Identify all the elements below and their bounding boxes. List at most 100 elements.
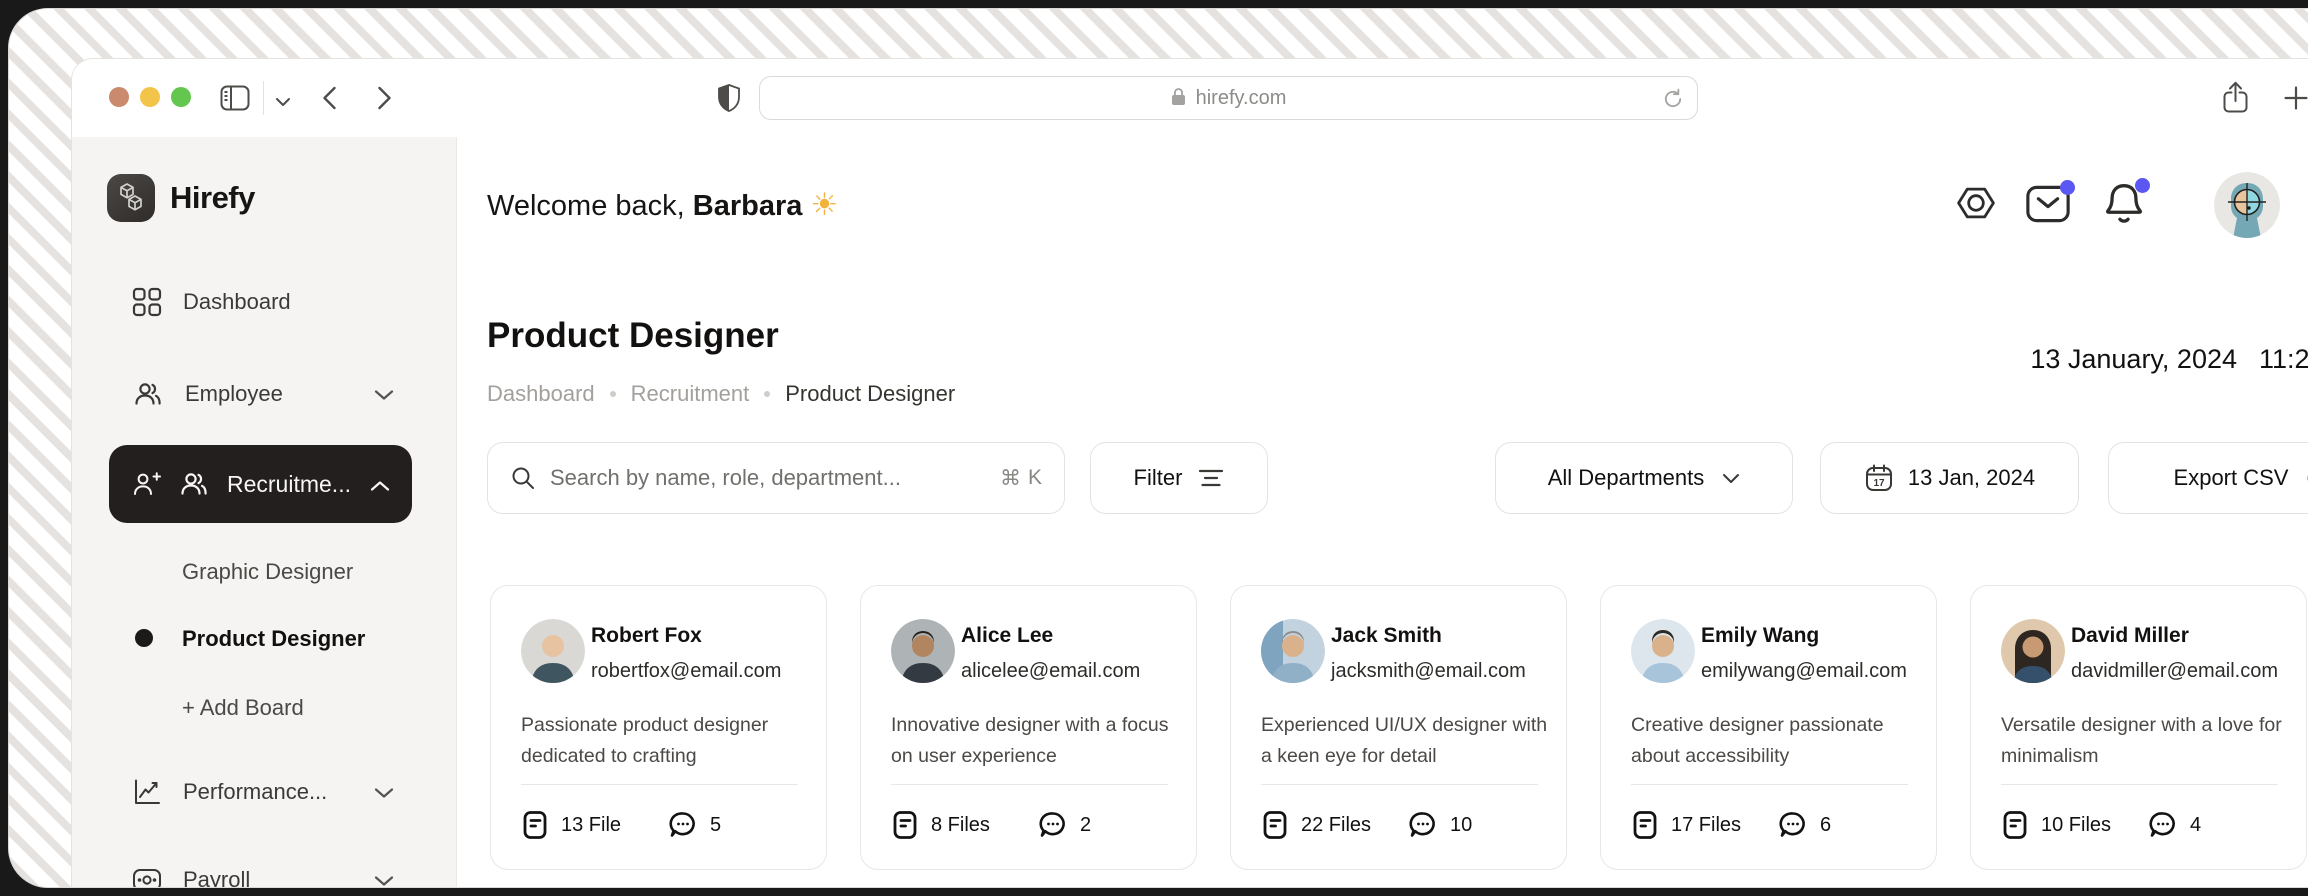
breadcrumb-dot	[609, 391, 616, 397]
chat-icon	[1408, 810, 1438, 840]
date-picker-button[interactable]: 17 13 Jan, 2024	[1820, 442, 2079, 514]
candidate-bio: Experienced UI/UX designer with a keen e…	[1261, 714, 1548, 767]
settings-icon[interactable]	[1955, 183, 1997, 228]
browser-chrome: hirefy.com	[72, 59, 2308, 137]
chat-icon	[1038, 810, 1068, 840]
files-count: 22 Files	[1301, 813, 1372, 836]
files-stat[interactable]: 8 Files	[891, 810, 990, 840]
departments-dropdown[interactable]: All Departments	[1495, 442, 1793, 514]
forward-icon[interactable]	[377, 86, 392, 115]
candidate-card[interactable]: Jack Smith jacksmith@email.com Experienc…	[1230, 585, 1567, 870]
filter-button[interactable]: Filter	[1090, 442, 1268, 514]
search-bar[interactable]: ⌘ K	[487, 442, 1065, 514]
avatar	[2001, 619, 2065, 683]
share-icon[interactable]	[2222, 81, 2249, 119]
comments-stat[interactable]: 5	[668, 810, 721, 840]
files-stat[interactable]: 10 Files	[2001, 810, 2111, 840]
notification-badge	[2135, 178, 2150, 193]
candidate-email: alicelee@email.com	[961, 660, 1141, 682]
minimize-window-button[interactable]	[140, 87, 160, 107]
candidate-email: robertfox@email.com	[591, 660, 782, 682]
new-tab-icon[interactable]	[2284, 86, 2308, 115]
file-icon	[2001, 810, 2029, 840]
chat-icon	[1778, 810, 1808, 840]
refresh-icon[interactable]	[1662, 88, 1684, 116]
payroll-card-icon	[132, 867, 162, 887]
sidebar-item-payroll[interactable]: Payroll	[132, 856, 394, 887]
search-input[interactable]	[550, 465, 986, 491]
card-divider	[521, 784, 798, 785]
breadcrumb-recruitment[interactable]: Recruitment	[631, 381, 750, 407]
files-stat[interactable]: 13 File	[521, 810, 621, 840]
file-icon	[521, 810, 549, 840]
address-bar[interactable]: hirefy.com	[759, 76, 1698, 120]
back-icon[interactable]	[322, 86, 337, 115]
welcome-prefix: Welcome back,	[487, 190, 685, 222]
cubes-logo-icon	[107, 174, 155, 222]
comments-stat[interactable]: 10	[1408, 810, 1472, 840]
candidate-email: davidmiller@email.com	[2071, 660, 2279, 682]
card-divider	[1631, 784, 1908, 785]
privacy-shield-icon[interactable]	[718, 84, 740, 117]
export-csv-button[interactable]: Export CSV	[2108, 442, 2308, 514]
sidebar-board-product-designer[interactable]: Product Designer	[182, 624, 365, 654]
zoom-window-button[interactable]	[171, 87, 191, 107]
candidate-card[interactable]: Emily Wang emilywang@email.com Creative …	[1600, 585, 1937, 870]
candidate-card[interactable]: Robert Fox robertfox@email.com Passionat…	[490, 585, 827, 870]
active-board-dot	[135, 629, 153, 647]
sidebar-item-employee[interactable]: Employee	[132, 370, 394, 418]
candidate-bio: Innovative designer with a focus on user…	[891, 714, 1169, 767]
sidebar-toggle-icon[interactable]	[220, 85, 250, 116]
messages-icon[interactable]	[2025, 180, 2075, 230]
grid-icon	[132, 287, 162, 317]
candidate-bio: Versatile designer with a love for minim…	[2001, 714, 2282, 767]
date-label: 13 Jan, 2024	[1907, 465, 2036, 490]
comments-count: 2	[1080, 813, 1092, 836]
candidate-email: emilywang@email.com	[1701, 660, 1907, 682]
notifications-icon[interactable]	[2102, 178, 2150, 232]
files-count: 10 Files	[2041, 813, 2112, 836]
sidebar-item-dashboard[interactable]: Dashboard	[132, 278, 394, 326]
comments-stat[interactable]: 2	[1038, 810, 1091, 840]
chrome-divider	[263, 81, 264, 115]
sidebar-add-board-button[interactable]: + Add Board	[182, 693, 304, 723]
chat-icon	[668, 810, 698, 840]
breadcrumb-current: Product Designer	[785, 381, 956, 406]
close-window-button[interactable]	[109, 87, 129, 107]
sidebar-item-label: Dashboard	[183, 289, 291, 314]
comments-stat[interactable]: 4	[2148, 810, 2201, 840]
lock-icon	[1171, 87, 1186, 112]
page-title: Product Designer	[487, 316, 779, 355]
candidate-card[interactable]: Alice Lee alicelee@email.com Innovative …	[860, 585, 1197, 870]
breadcrumb-dot	[764, 391, 771, 397]
chevron-down-icon	[374, 381, 394, 407]
files-stat[interactable]: 17 Files	[1631, 810, 1741, 840]
sidebar-item-label: Recruitme...	[227, 470, 351, 497]
file-icon	[1631, 810, 1659, 840]
sidebar-board-graphic-designer[interactable]: Graphic Designer	[182, 557, 353, 587]
unread-badge	[2060, 180, 2075, 195]
browser-window: hirefy.com Hirefy Dashboard Employee Rec…	[71, 58, 2308, 887]
comments-count: 6	[1820, 813, 1832, 836]
candidate-email: jacksmith@email.com	[1331, 660, 1526, 682]
comments-stat[interactable]: 6	[1778, 810, 1831, 840]
chevron-down-icon[interactable]	[275, 94, 291, 112]
candidate-name: Jack Smith	[1331, 624, 1442, 647]
chevron-down-icon	[374, 867, 394, 887]
command-key: ⌘	[999, 466, 1021, 490]
user-avatar[interactable]	[2214, 172, 2280, 238]
keyboard-shortcut: ⌘ K	[1000, 466, 1042, 491]
comments-count: 10	[1450, 813, 1473, 836]
sidebar-item-performance[interactable]: Performance...	[132, 768, 394, 816]
app-name: Hirefy	[170, 180, 255, 215]
files-count: 8 Files	[931, 813, 990, 836]
app-logo[interactable]: Hirefy	[107, 174, 255, 222]
candidate-card[interactable]: David Miller davidmiller@email.com Versa…	[1970, 585, 2307, 870]
file-icon	[891, 810, 919, 840]
files-stat[interactable]: 22 Files	[1261, 810, 1371, 840]
comments-count: 4	[2190, 813, 2202, 836]
svg-text:17: 17	[1873, 478, 1885, 489]
sidebar-item-recruitment-active[interactable]: Recruitme...	[109, 445, 412, 523]
breadcrumb-dashboard[interactable]: Dashboard	[487, 381, 595, 407]
files-count: 17 Files	[1671, 813, 1742, 836]
